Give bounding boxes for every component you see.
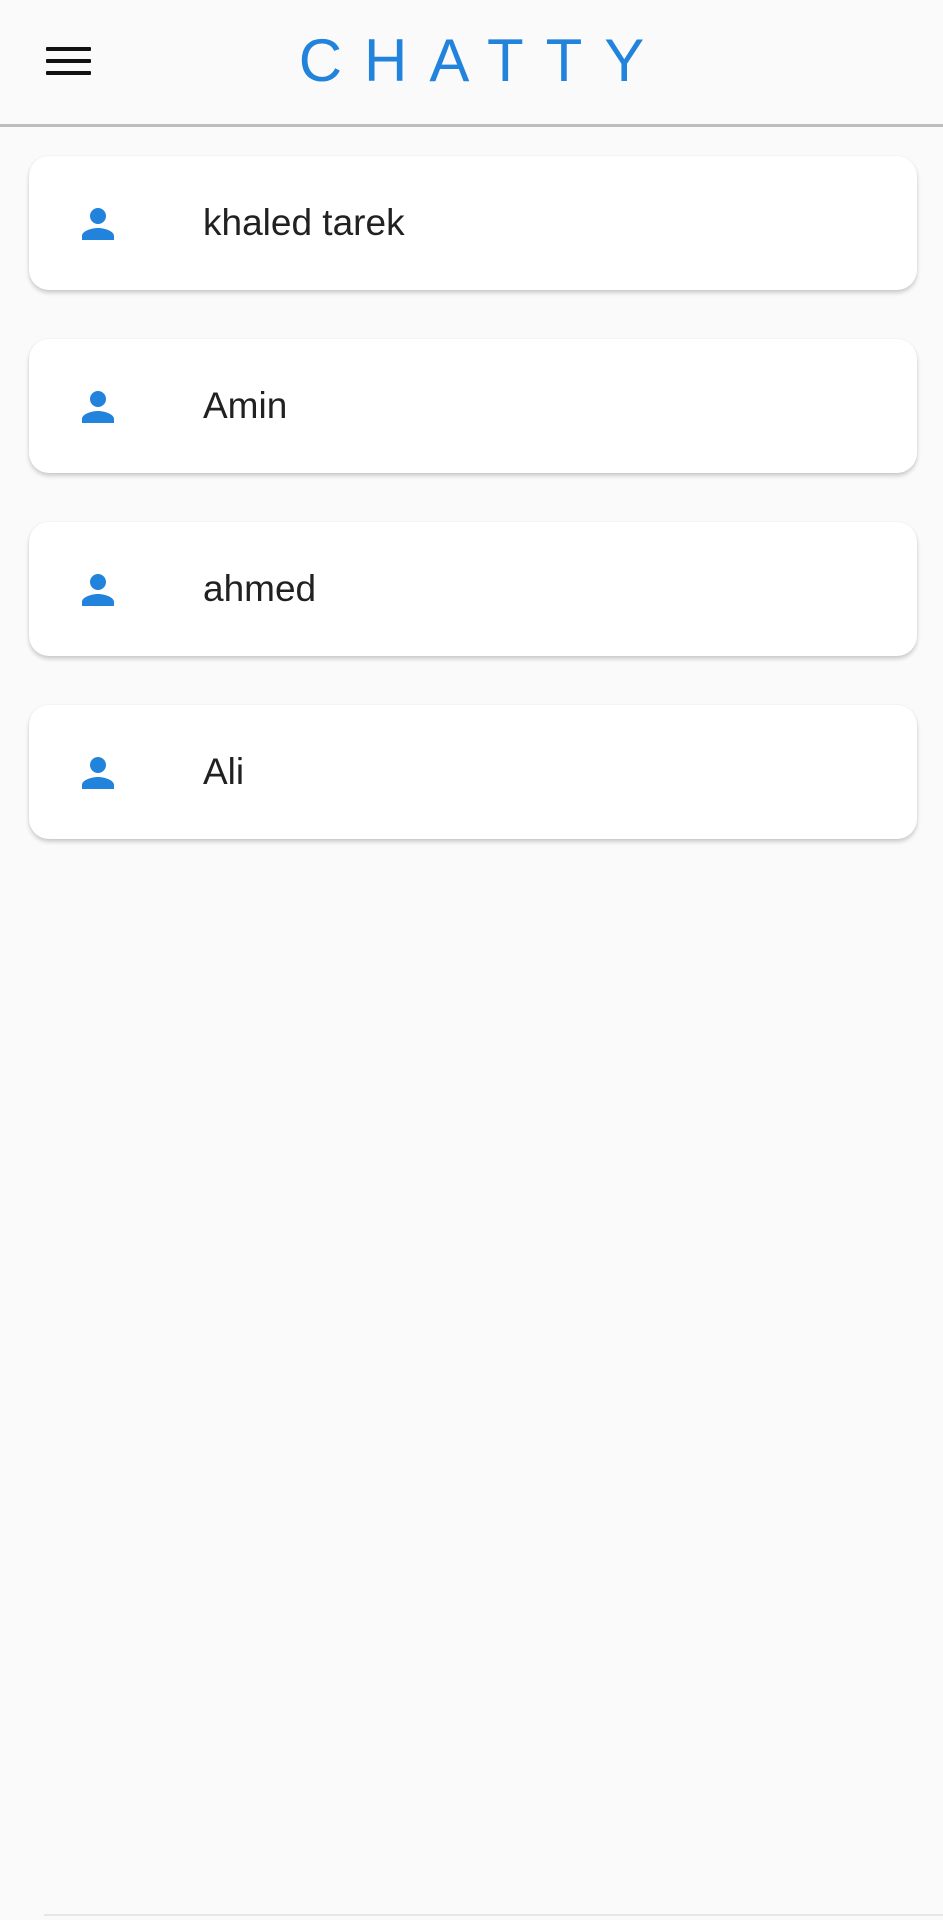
person-icon	[82, 757, 114, 789]
app-bar: CHATTY	[0, 0, 943, 127]
contact-item[interactable]: Ali	[29, 705, 917, 839]
app-title: CHATTY	[298, 27, 667, 94]
contact-item[interactable]: ahmed	[29, 522, 917, 656]
person-icon	[82, 574, 114, 606]
contact-name: khaled tarek	[203, 202, 405, 243]
contact-item[interactable]: khaled tarek	[29, 156, 917, 290]
contact-name: Amin	[203, 385, 288, 426]
contact-item[interactable]: Amin	[29, 339, 917, 473]
divider	[44, 1914, 943, 1916]
contact-name: Ali	[203, 751, 245, 792]
person-icon	[82, 391, 114, 423]
contact-name: ahmed	[203, 568, 317, 609]
app-screen: CHATTY khaled tarek Amin ahmed Ali	[0, 0, 943, 1920]
person-icon	[82, 208, 114, 240]
contact-list: khaled tarek Amin ahmed Ali	[29, 156, 917, 888]
